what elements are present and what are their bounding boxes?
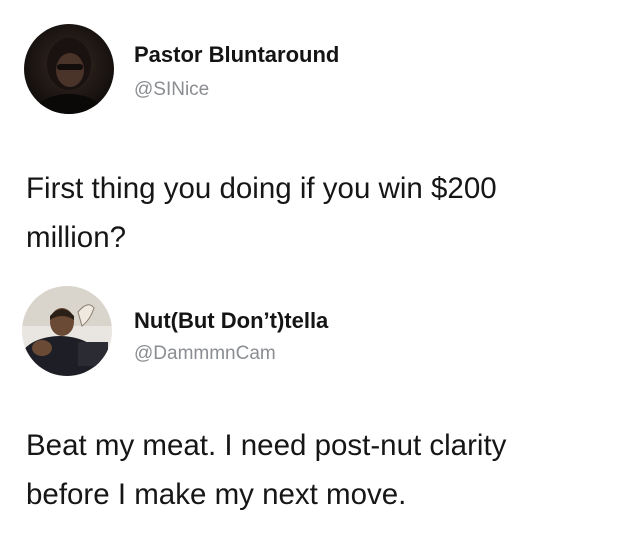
user-avatar-icon [24, 24, 114, 114]
avatar[interactable] [22, 286, 112, 376]
author-handle[interactable]: @SINice [134, 79, 209, 101]
tweet-header: Pastor Bluntaround @SINice [0, 0, 640, 114]
tweet-text: Beat my meat. I need post-nut clarity be… [26, 429, 507, 511]
tweet-text: First thing you doing if you win $200 mi… [26, 172, 497, 254]
author-handle[interactable]: @DammmnCam [134, 343, 276, 365]
author-name[interactable]: Nut(But Don’t)tella [134, 308, 328, 334]
author-name[interactable]: Pastor Bluntaround [134, 42, 339, 68]
tweet: Pastor Bluntaround @SINice First thing y… [0, 0, 640, 254]
user-avatar-icon [22, 286, 112, 376]
avatar[interactable] [24, 24, 114, 114]
tweet: Nut(But Don’t)tella @DammmnCam Beat my m… [0, 276, 640, 511]
tweet-header: Nut(But Don’t)tella @DammmnCam [0, 276, 640, 386]
